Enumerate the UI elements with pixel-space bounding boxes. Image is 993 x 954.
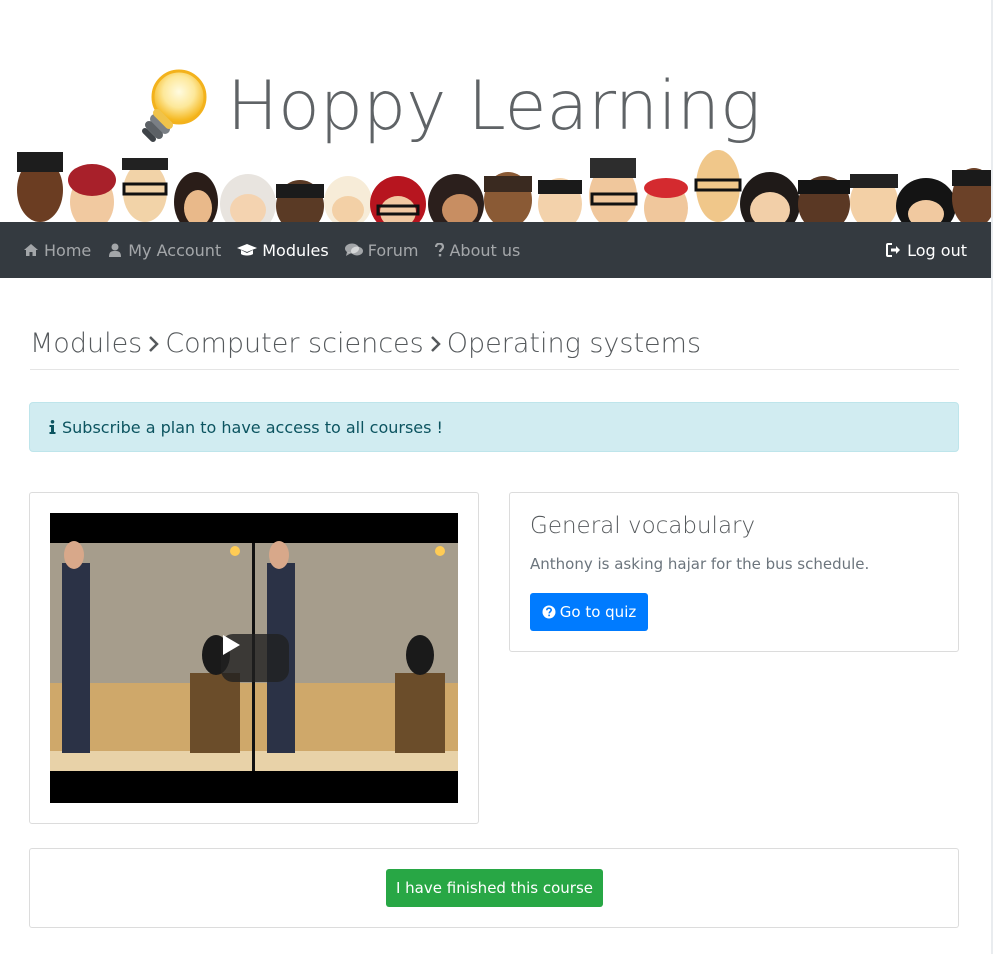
nav-item-forum[interactable]: Forum (344, 240, 419, 260)
nav-item-label: Home (44, 240, 92, 260)
chevron-right-icon (430, 326, 441, 362)
breadcrumb: Modules Computer sciences Operating syst… (30, 326, 959, 370)
video-card (29, 492, 479, 824)
user-icon (107, 242, 123, 258)
brand[interactable]: Hoppy Learning (135, 62, 761, 152)
play-button[interactable] (221, 634, 289, 682)
home-icon (23, 242, 39, 258)
quiz-description: Anthony is asking hajar for the bus sche… (530, 555, 870, 573)
navbar: Home My Account Modules Forum About us L… (0, 222, 991, 278)
nav-item-my-account[interactable]: My Account (107, 241, 221, 260)
nav-item-label: About us (449, 240, 521, 260)
info-icon (49, 419, 59, 435)
alert-text: Subscribe a plan to have access to all c… (62, 417, 443, 437)
breadcrumb-item-modules[interactable]: Modules (30, 326, 142, 362)
quiz-card: General vocabulary Anthony is asking haj… (509, 492, 959, 652)
nav-item-about-us[interactable]: About us (434, 241, 520, 260)
video-player[interactable] (50, 513, 458, 803)
site-title: Hoppy Learning (227, 67, 761, 146)
finished-course-button[interactable]: I have finished this course (386, 869, 603, 907)
go-to-quiz-label: Go to quiz (559, 603, 637, 621)
nav-item-label: Modules (262, 240, 329, 260)
logout-link[interactable]: Log out (886, 222, 967, 278)
lightbulb-icon (135, 67, 215, 147)
question-circle-icon (542, 605, 556, 619)
logout-label: Log out (907, 240, 967, 260)
nav-list: Home My Account Modules Forum About us (23, 222, 536, 278)
nav-item-label: Forum (367, 240, 419, 260)
play-icon (223, 635, 240, 655)
quiz-title: General vocabulary (530, 513, 756, 539)
nav-item-modules[interactable]: Modules (237, 241, 329, 260)
sign-out-icon (886, 242, 902, 258)
chevron-right-icon (148, 326, 160, 362)
crowd-illustration (17, 150, 991, 222)
nav-item-home[interactable]: Home (23, 241, 91, 260)
go-to-quiz-button[interactable]: Go to quiz (530, 593, 648, 631)
subscription-alert: Subscribe a plan to have access to all c… (29, 402, 959, 452)
nav-item-label: My Account (128, 240, 222, 260)
graduation-cap-icon (237, 242, 258, 258)
question-icon (434, 242, 444, 258)
comments-icon (344, 242, 363, 258)
finish-card: I have finished this course (29, 848, 959, 928)
header-banner: Hoppy Learning (0, 0, 991, 222)
breadcrumb-item-operating-systems: Operating systems (446, 328, 702, 359)
breadcrumb-item-computer-sciences[interactable]: Computer sciences (165, 326, 423, 362)
